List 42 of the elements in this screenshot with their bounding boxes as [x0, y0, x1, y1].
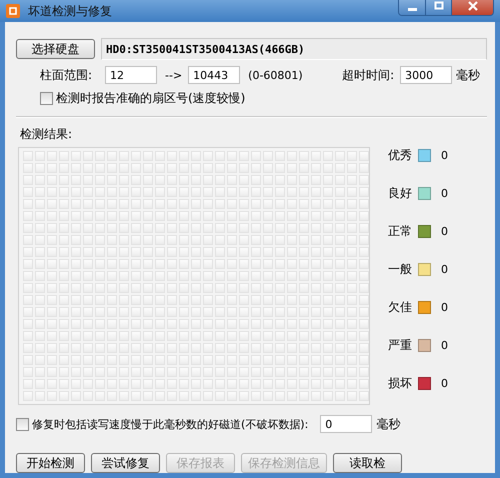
legend-label: 严重 [388, 337, 412, 354]
legend-count: 0 [441, 377, 448, 390]
legend-count: 0 [441, 339, 448, 352]
report-sectors-checkbox[interactable] [40, 92, 53, 105]
action-button[interactable]: 读取检 [333, 453, 402, 473]
minimize-button[interactable] [399, 0, 425, 15]
legend-label: 欠佳 [388, 299, 412, 316]
legend-count: 0 [441, 263, 448, 276]
select-disk-button[interactable]: 选择硬盘 [16, 39, 95, 59]
timeout-field[interactable]: 3000 [400, 66, 452, 84]
repair-slow-checkbox[interactable] [16, 418, 29, 430]
action-button[interactable]: 开始检测 [16, 453, 85, 473]
maximize-icon [432, 0, 444, 12]
repair-slow-label: 修复时包括读写速度慢于此毫秒数的好磁道(不破坏数据): [32, 416, 308, 432]
report-sectors-label: 检测时报告准确的扇区号(速度较慢) [56, 90, 246, 107]
app-icon [6, 4, 20, 18]
maximize-button[interactable] [425, 0, 451, 15]
legend-label: 一般 [388, 261, 412, 278]
window-title: 坏道检测与修复 [28, 2, 113, 20]
range-arrow: --> [165, 68, 182, 82]
timeout-label: 超时时间: [342, 66, 396, 84]
legend-count: 0 [441, 187, 448, 200]
repair-slow-unit: 毫秒 [376, 416, 400, 432]
legend-label: 良好 [388, 185, 412, 202]
legend-label: 损坏 [388, 375, 412, 392]
range-from-field[interactable]: 12 [105, 66, 157, 84]
results-label: 检测结果: [20, 126, 74, 143]
action-button[interactable]: 尝试修复 [91, 453, 160, 473]
timeout-unit: 毫秒 [456, 66, 480, 84]
repair-slow-field[interactable]: 0 [320, 415, 372, 433]
range-hint: (0-60801) [248, 68, 304, 82]
legend-label: 正常 [388, 223, 412, 240]
range-to-field[interactable]: 10443 [188, 66, 240, 84]
legend-count: 0 [441, 301, 448, 314]
minimize-icon [408, 8, 416, 11]
close-button[interactable] [451, 0, 493, 15]
range-label: 柱面范围: [40, 66, 94, 84]
legend-count: 0 [441, 225, 448, 238]
disk-label: HD0:ST350041ST3500413AS(466GB) [101, 38, 487, 60]
legend-count: 0 [441, 149, 448, 162]
close-icon [466, 0, 478, 12]
legend-label: 优秀 [388, 147, 412, 164]
